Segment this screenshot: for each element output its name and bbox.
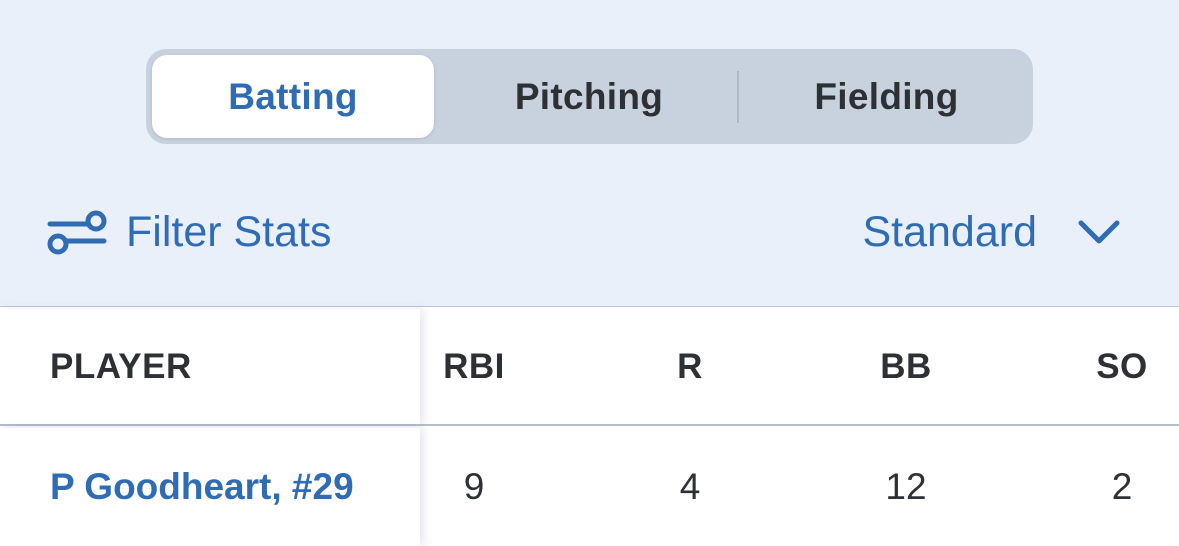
stats-view-dropdown[interactable]: Standard (862, 203, 1121, 261)
stats-header-panel: Batting Pitching Fielding Filter Stats S… (0, 0, 1179, 307)
chevron-down-icon (1037, 219, 1121, 245)
r-cell: 4 (630, 428, 750, 546)
stats-view-label: Standard (862, 207, 1037, 256)
column-header-r-label: R (677, 346, 703, 386)
rbi-cell: 9 (414, 428, 534, 546)
rbi-value: 9 (463, 466, 485, 507)
column-header-bb-label: BB (880, 346, 932, 386)
player-name-link[interactable]: P Goodheart, #29 (50, 466, 354, 508)
segment-divider (737, 71, 739, 123)
stats-type-segmented-control: Batting Pitching Fielding (146, 49, 1033, 144)
player-cell: P Goodheart, #29 (0, 428, 420, 546)
filter-stats-label: Filter Stats (126, 207, 332, 256)
column-header-r[interactable]: R (630, 309, 750, 424)
bb-value: 12 (885, 466, 927, 507)
segment-pitching[interactable]: Pitching (442, 49, 736, 144)
column-header-bb[interactable]: BB (846, 309, 966, 424)
segment-batting[interactable]: Batting (152, 55, 434, 138)
table-row[interactable]: P Goodheart, #29 9 4 12 2 (0, 428, 1179, 546)
column-header-rbi-label: RBI (443, 346, 505, 386)
column-header-player-label: PLAYER (50, 346, 192, 386)
table-header-row: PLAYER RBI R BB SO (0, 309, 1179, 426)
column-header-so-label: SO (1096, 346, 1148, 386)
column-header-player[interactable]: PLAYER (0, 309, 420, 424)
so-value: 2 (1111, 466, 1133, 507)
r-value: 4 (679, 466, 701, 507)
batting-stats-table: PLAYER RBI R BB SO P Goodheart, #29 9 4 … (0, 309, 1179, 546)
sliders-icon (46, 208, 108, 256)
column-header-rbi[interactable]: RBI (414, 309, 534, 424)
column-header-so[interactable]: SO (1062, 309, 1179, 424)
filter-stats-button[interactable]: Filter Stats (46, 203, 332, 261)
bb-cell: 12 (846, 428, 966, 546)
segment-fielding[interactable]: Fielding (740, 49, 1033, 144)
so-cell: 2 (1062, 428, 1179, 546)
